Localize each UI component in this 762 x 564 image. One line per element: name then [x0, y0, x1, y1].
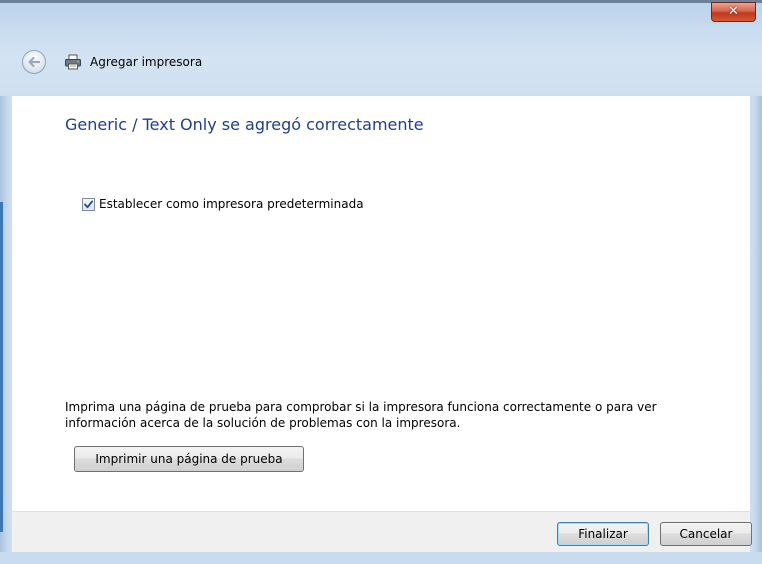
close-icon: ✕ — [728, 4, 739, 19]
checkmark-icon — [84, 200, 94, 209]
print-test-page-button[interactable]: Imprimir una página de prueba — [74, 446, 304, 472]
finish-button[interactable]: Finalizar — [557, 522, 649, 546]
cancel-button[interactable]: Cancelar — [660, 522, 752, 546]
add-printer-window: ✕ Agregar impresora Generic / Text Only … — [0, 0, 762, 564]
page-title: Generic / Text Only se agregó correctame… — [65, 115, 424, 134]
window-frame-right — [750, 96, 762, 564]
title-bar[interactable] — [0, 0, 762, 96]
test-page-description: Imprima una página de prueba para compro… — [65, 400, 657, 430]
window-title: Agregar impresora — [90, 55, 203, 69]
printer-icon — [65, 54, 81, 70]
button-bar: Finalizar Cancelar — [12, 511, 752, 552]
back-button[interactable] — [22, 50, 46, 74]
close-button[interactable]: ✕ — [711, 2, 756, 22]
back-arrow-icon — [28, 56, 41, 68]
default-printer-checkbox[interactable] — [82, 198, 95, 211]
window-frame-bottom — [0, 552, 762, 564]
default-printer-label[interactable]: Establecer como impresora predeterminada — [99, 196, 364, 212]
wizard-content: Generic / Text Only se agregó correctame… — [12, 96, 750, 511]
window-frame-left — [0, 96, 12, 564]
